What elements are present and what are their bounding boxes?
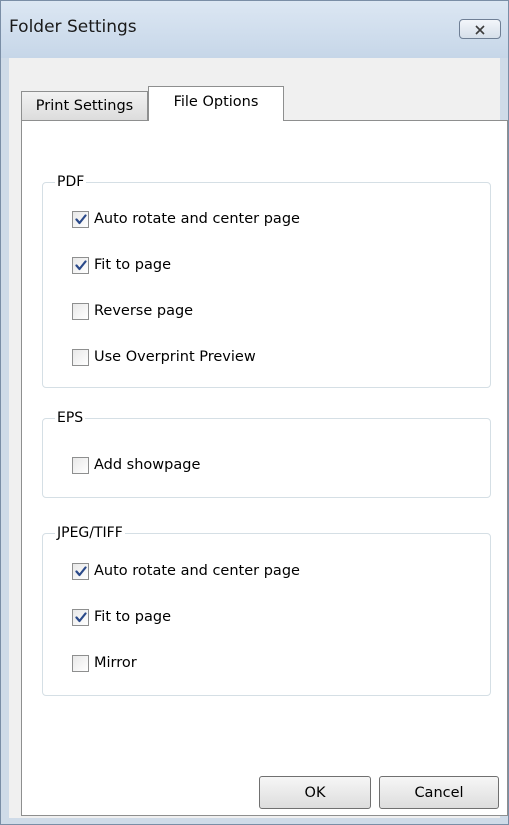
jpeg-fit-to-page-checkbox[interactable]: Fit to page [72, 607, 171, 627]
jpeg-tiff-group: JPEG/TIFF Auto rotate and center page Fi… [42, 524, 491, 696]
checkbox-box[interactable] [72, 348, 89, 366]
pdf-fit-to-page-checkbox[interactable]: Fit to page [72, 255, 171, 275]
pdf-group: PDF Auto rotate and center page Fit to p… [42, 173, 491, 388]
dialog-client-area: Print Settings File Options PDF Auto rot… [9, 58, 508, 818]
close-icon [474, 20, 486, 39]
pdf-reverse-page-checkbox[interactable]: Reverse page [72, 301, 193, 321]
window-title: Folder Settings [9, 17, 137, 37]
checkbox-box[interactable] [72, 654, 89, 672]
pdf-overprint-preview-checkbox[interactable]: Use Overprint Preview [72, 347, 256, 367]
checkbox-label: Auto rotate and center page [94, 211, 300, 227]
tab-print-settings[interactable]: Print Settings [21, 91, 148, 120]
checkbox-label: Auto rotate and center page [94, 563, 300, 579]
eps-add-showpage-checkbox[interactable]: Add showpage [72, 455, 200, 475]
folder-settings-dialog: Folder Settings Print Settings File Opti… [0, 0, 509, 825]
checkbox-label: Mirror [94, 655, 137, 671]
checkbox-label: Reverse page [94, 303, 194, 319]
tab-file-options[interactable]: File Options [148, 86, 284, 121]
eps-group: EPS Add showpage [42, 409, 491, 498]
pdf-auto-rotate-checkbox[interactable]: Auto rotate and center page [72, 209, 300, 229]
jpeg-auto-rotate-checkbox[interactable]: Auto rotate and center page [72, 561, 300, 581]
checkbox-label: Add showpage [94, 457, 201, 473]
checkmark-icon [74, 565, 87, 576]
checkbox-label: Fit to page [94, 609, 171, 625]
checkbox-label: Fit to page [94, 257, 171, 273]
checkbox-box[interactable] [72, 562, 89, 580]
checkbox-box[interactable] [72, 608, 89, 626]
checkbox-box[interactable] [72, 256, 89, 274]
ok-button[interactable]: OK [259, 776, 371, 809]
group-title: EPS [55, 409, 86, 427]
checkmark-icon [74, 259, 87, 270]
button-label: Cancel [414, 784, 464, 801]
close-button[interactable] [459, 19, 501, 39]
group-title: JPEG/TIFF [55, 524, 125, 542]
checkbox-box[interactable] [72, 456, 89, 474]
checkmark-icon [74, 611, 87, 622]
checkbox-box[interactable] [72, 302, 89, 320]
tab-label: File Options [173, 94, 259, 110]
button-label: OK [304, 784, 326, 801]
checkmark-icon [74, 213, 87, 224]
file-options-panel: PDF Auto rotate and center page Fit to p… [21, 120, 508, 816]
cancel-button[interactable]: Cancel [379, 776, 499, 809]
tab-label: Print Settings [35, 98, 134, 114]
checkbox-label: Use Overprint Preview [94, 349, 256, 365]
title-bar[interactable]: Folder Settings [1, 1, 508, 58]
jpeg-mirror-checkbox[interactable]: Mirror [72, 653, 137, 673]
group-title: PDF [55, 173, 87, 191]
checkbox-box[interactable] [72, 210, 89, 228]
